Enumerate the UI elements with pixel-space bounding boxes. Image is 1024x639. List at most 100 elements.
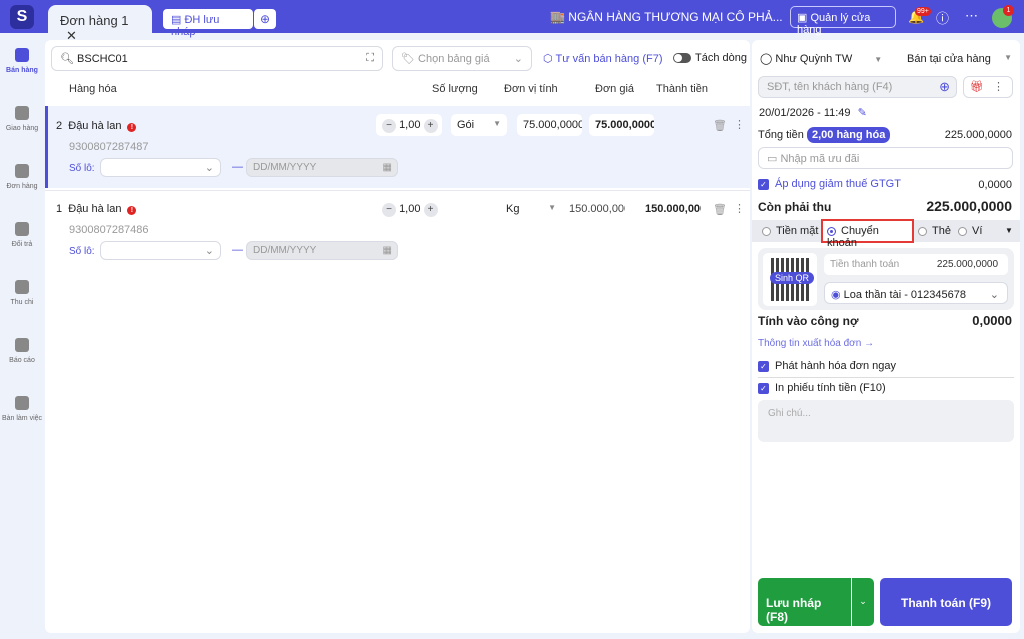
- price-input[interactable]: 75.000,0000: [517, 114, 582, 136]
- expiry-date-input[interactable]: DD/MM/YYYY ▦: [246, 241, 398, 260]
- unit-value: Kg: [506, 203, 520, 215]
- chevron-down-icon: ⌄: [204, 162, 214, 174]
- more-vertical-icon[interactable]: ⋮: [993, 80, 1004, 93]
- sidebar-item-reports[interactable]: Báo cáo: [0, 338, 44, 388]
- divider: [758, 377, 1014, 378]
- speaker-value: Loa thần tài - 012345678: [843, 289, 966, 301]
- due-label: Còn phải thu: [758, 200, 832, 214]
- line-total: 75.000,0000: [589, 114, 654, 136]
- gift-more-group: 🎁︎ ⋮: [963, 76, 1013, 98]
- issue-invoice-checkbox[interactable]: ✓ Phát hành hóa đơn ngay: [758, 360, 896, 372]
- quantity-stepper[interactable]: − 1,00 +: [376, 198, 442, 220]
- note-textarea[interactable]: Ghi chú...: [758, 400, 1014, 442]
- chart-icon: [15, 338, 29, 352]
- customer-search-input[interactable]: SĐT, tên khách hàng (F4) ⊕: [758, 76, 957, 98]
- radio-icon: [918, 226, 927, 236]
- staff-select[interactable]: ◯ Như Quỳnh TW ▼: [760, 52, 882, 65]
- col-price: Đơn giá: [595, 83, 635, 95]
- print-label: In phiếu tính tiền (F10): [775, 382, 886, 394]
- method-label: Tiền mặt: [776, 225, 819, 237]
- payment-cash[interactable]: Tiền mặt: [762, 225, 818, 237]
- plus-icon[interactable]: +: [423, 203, 438, 217]
- sidebar-label: Bàn làm việc: [1, 415, 43, 422]
- add-customer-icon[interactable]: ⊕: [939, 79, 950, 95]
- expiry-date-input[interactable]: DD/MM/YYYY ▦: [246, 158, 398, 177]
- minus-icon[interactable]: −: [382, 119, 396, 133]
- sidebar-item-sales[interactable]: Bán hàng: [0, 48, 44, 98]
- lot-select[interactable]: ⌄: [100, 241, 221, 260]
- draft-orders-button[interactable]: ▤ ĐH lưu nháp: [163, 9, 253, 38]
- split-line-toggle[interactable]: [673, 53, 691, 63]
- payment-wallet[interactable]: Ví: [958, 225, 982, 237]
- row-index: 2: [56, 120, 63, 132]
- sidebar-item-cashflow[interactable]: Thu chi: [0, 280, 44, 330]
- notification-badge: 99+: [915, 7, 931, 16]
- plus-icon[interactable]: +: [423, 119, 438, 133]
- payment-amount-field[interactable]: Tiền thanh toán 225.000,0000: [824, 254, 1008, 275]
- pay-amount-label: Tiền thanh toán: [830, 259, 900, 270]
- chevron-down-icon: ⌄: [204, 245, 214, 257]
- more-vertical-icon[interactable]: ⋮: [734, 118, 745, 131]
- payment-card[interactable]: Thẻ: [918, 225, 951, 237]
- search-value: BSCHC01: [77, 53, 128, 65]
- store-manage-button[interactable]: ▣ Quản lý cửa hàng: [790, 6, 896, 36]
- add-tab-button[interactable]: ⊕: [254, 9, 276, 29]
- gift-icon[interactable]: 🎁︎: [970, 81, 984, 93]
- save-draft-button[interactable]: Lưu nháp (F8): [758, 578, 851, 626]
- unit-select[interactable]: Gói ▼: [451, 114, 507, 136]
- sales-channel-select[interactable]: Bán tại cửa hàng ▼: [907, 53, 1012, 65]
- help-icon[interactable]: ⓘ: [936, 8, 949, 27]
- radio-selected-icon: [827, 226, 836, 236]
- promo-code-input[interactable]: ▭ Nhập mã ưu đãi: [758, 147, 1013, 169]
- caret-down-icon: ▼: [548, 203, 556, 212]
- price-input[interactable]: 150.000,0000: [563, 198, 625, 220]
- lot-select[interactable]: ⌄: [100, 158, 221, 177]
- price-list-select[interactable]: 🏷︎ Chọn bảng giá ⌄: [392, 46, 532, 71]
- price-placeholder: Chọn bảng giá: [418, 53, 490, 65]
- product-code: 9300807287486: [69, 224, 149, 236]
- grid-icon: [15, 396, 29, 410]
- table-row[interactable]: 2 Đậu hà lan! 9300807287487 Số lô: ⌄ — D…: [45, 106, 750, 188]
- sidebar-item-delivery[interactable]: Giao hàng: [0, 106, 44, 156]
- sidebar-label: Bán hàng: [6, 67, 38, 74]
- invoice-info-link[interactable]: Thông tin xuất hóa đơn →: [758, 338, 874, 349]
- file-icon: [15, 164, 29, 178]
- more-vertical-icon[interactable]: ⋮: [734, 202, 745, 215]
- sidebar-item-orders[interactable]: Đơn hàng: [0, 164, 44, 214]
- sidebar-item-workspace[interactable]: Bàn làm việc: [0, 396, 44, 446]
- quantity-stepper[interactable]: − 1,00 +: [376, 114, 442, 136]
- tab-order-1[interactable]: Đơn hàng 1 ✕: [48, 5, 152, 43]
- order-datetime: 20/01/2026 - 11:49 ✎: [759, 106, 867, 119]
- due-value: 225.000,0000: [926, 198, 1012, 214]
- unit-select[interactable]: Kg ▼: [500, 198, 556, 220]
- pencil-icon[interactable]: ✎: [858, 107, 867, 119]
- sales-advice-button[interactable]: ⬡ Tư vấn bán hàng (F7): [543, 52, 663, 65]
- checkout-button[interactable]: Thanh toán (F9): [880, 578, 1012, 626]
- date-placeholder: DD/MM/YYYY: [253, 162, 317, 173]
- trash-icon[interactable]: 🗑︎: [713, 119, 727, 132]
- table-row[interactable]: 1 Đậu hà lan! 9300807287486 Số lô: ⌄ — D…: [45, 190, 750, 272]
- sidebar: Bán hàng Giao hàng Đơn hàng Đổi trả Thu …: [0, 40, 44, 446]
- order-panel: 🔍︎ BSCHC01 ⛶ 🏷︎ Chọn bảng giá ⌄ ⬡ Tư vấn b…: [45, 40, 750, 633]
- col-qty: Số lượng: [432, 83, 478, 95]
- sidebar-item-returns[interactable]: Đổi trả: [0, 222, 44, 272]
- generate-qr-button[interactable]: Sinh QR: [770, 272, 815, 284]
- product-search-input[interactable]: 🔍︎ BSCHC01 ⛶: [51, 46, 383, 71]
- more-icon[interactable]: ⋯: [965, 8, 978, 24]
- trash-icon[interactable]: 🗑︎: [713, 203, 727, 216]
- split-line-label: Tách dòng: [695, 52, 747, 64]
- return-box-icon: [15, 222, 29, 236]
- save-options-chevron-icon[interactable]: ⌄: [852, 578, 874, 626]
- barcode-scan-icon[interactable]: ⛶: [366, 52, 374, 65]
- store-selector[interactable]: 🏬 NGÂN HÀNG THƯƠNG MẠI CÔ PHẢ... ▼: [550, 10, 807, 24]
- product-name: Đậu hà lan: [68, 120, 122, 132]
- vat-checkbox[interactable]: ✓ Áp dụng giảm thuế GTGT: [758, 178, 901, 190]
- speaker-select[interactable]: ◉ Loa thần tài - 012345678 ⌄: [824, 282, 1008, 304]
- minus-icon[interactable]: −: [382, 203, 396, 217]
- print-receipt-checkbox[interactable]: ✓ In phiếu tính tiền (F10): [758, 382, 886, 394]
- sidebar-label: Thu chi: [10, 299, 34, 306]
- payment-transfer[interactable]: Chuyển khoản: [821, 219, 914, 249]
- caret-down-icon[interactable]: ▼: [1005, 226, 1013, 235]
- row-index: 1: [56, 203, 63, 215]
- warning-icon: !: [127, 123, 137, 132]
